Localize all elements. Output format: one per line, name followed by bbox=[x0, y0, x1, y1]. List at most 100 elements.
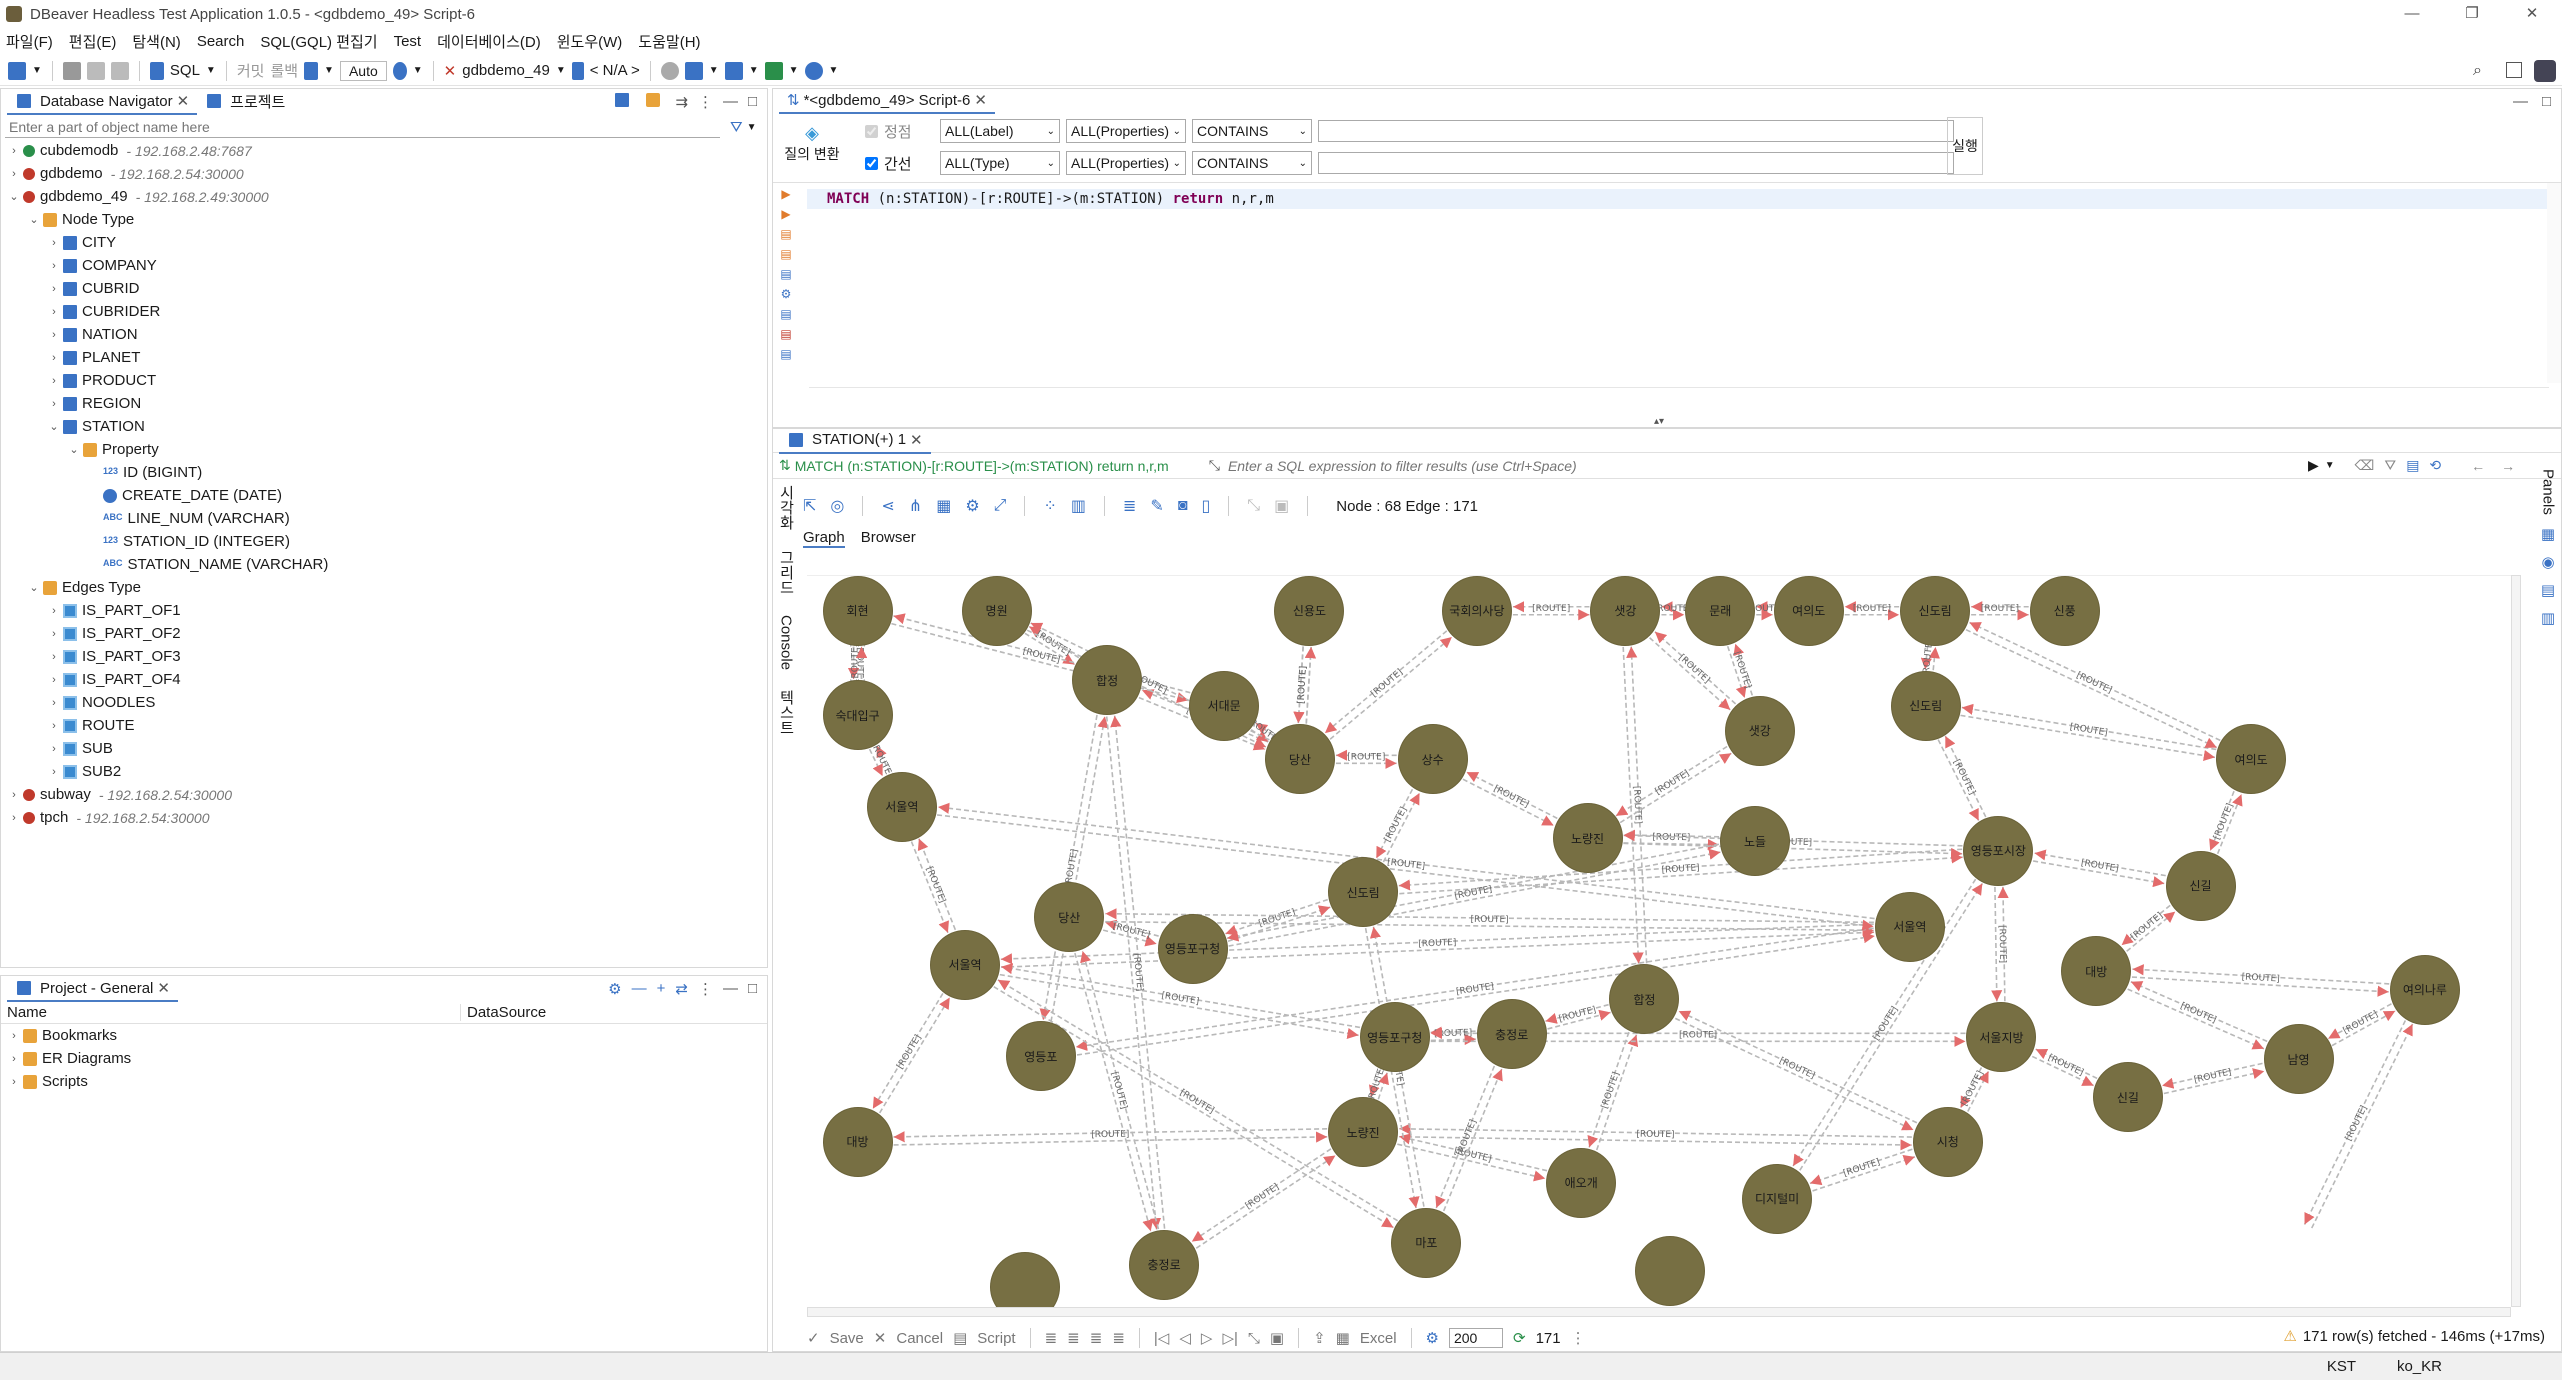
graph-node[interactable]: 신도림 bbox=[1891, 671, 1960, 740]
export-icon[interactable]: ▤ bbox=[780, 247, 791, 261]
menu-search[interactable]: Search bbox=[197, 33, 245, 50]
settings-icon[interactable]: ⚙ bbox=[781, 287, 792, 301]
close-icon[interactable]: ✕ bbox=[157, 979, 170, 997]
graph-node[interactable]: 디지털미 bbox=[1743, 1164, 1812, 1233]
clear-filter-icon[interactable]: ⛛ bbox=[2384, 457, 2396, 474]
graph-node[interactable]: 국회의사당 bbox=[1442, 576, 1511, 645]
expand-icon[interactable]: › bbox=[47, 375, 61, 387]
expand-filter-icon[interactable]: ⤡ bbox=[1209, 457, 1220, 474]
side-tab-console[interactable]: Console bbox=[778, 615, 795, 670]
panels-tab[interactable]: Panels bbox=[2540, 469, 2557, 515]
tree-property-item[interactable]: ABC STATION_NAME (VARCHAR) bbox=[7, 553, 767, 576]
expand-icon[interactable]: › bbox=[47, 628, 61, 640]
expand-icon[interactable]: › bbox=[7, 145, 21, 157]
tree-edge-type-item[interactable]: › IS_PART_OF4 bbox=[7, 668, 767, 691]
tab-graph[interactable]: Graph bbox=[803, 529, 845, 548]
tree-property[interactable]: ⌄ Property bbox=[7, 438, 767, 461]
horizontal-scrollbar[interactable] bbox=[809, 387, 2549, 397]
expand-icon[interactable]: › bbox=[47, 329, 61, 341]
tree-node-type-item[interactable]: › COMPANY bbox=[7, 254, 767, 277]
tree-property-item[interactable]: 123 ID (BIGINT) bbox=[7, 461, 767, 484]
graph-node[interactable]: 숙대입구 bbox=[823, 681, 892, 750]
delete-row-icon[interactable]: ≣ bbox=[1112, 1329, 1125, 1347]
tree-connection-gdbdemo[interactable]: › gdbdemo - 192.168.2.54:30000 bbox=[7, 162, 767, 185]
collapse-icon[interactable]: ⌄ bbox=[27, 581, 41, 594]
tree-node-type-item[interactable]: › CUBRIDER bbox=[7, 300, 767, 323]
code-area[interactable]: ▶ ▶ ▤ ▤ ▤ ⚙ ▤ ▤ ▤ MATCH (n:STATION)-[r:R… bbox=[773, 183, 2561, 403]
vertical-scrollbar[interactable] bbox=[2547, 183, 2561, 383]
vertex-value-input[interactable] bbox=[1318, 120, 1954, 142]
tree-node-type-item[interactable]: › CITY bbox=[7, 231, 767, 254]
last-page-icon[interactable]: ▷| bbox=[1222, 1329, 1237, 1347]
graph-node[interactable]: 신용도 bbox=[1275, 576, 1344, 645]
history-icon[interactable]: ⟲ bbox=[2429, 457, 2441, 474]
expand-icon[interactable]: › bbox=[47, 306, 61, 318]
close-icon[interactable]: ✕ bbox=[177, 92, 190, 110]
minimize-icon[interactable]: — bbox=[723, 980, 738, 998]
graph-node[interactable]: 신길 bbox=[2093, 1063, 2162, 1132]
expand-icon[interactable]: › bbox=[47, 674, 61, 686]
edge-operator-select[interactable]: CONTAINS ⌄ bbox=[1192, 151, 1312, 175]
minimize-icon[interactable]: — bbox=[2382, 0, 2442, 28]
tree-node-type-item[interactable]: › PRODUCT bbox=[7, 369, 767, 392]
tree-node-type[interactable]: ⌄ Node Type bbox=[7, 208, 767, 231]
tree-connection-subway[interactable]: › subway - 192.168.2.54:30000 bbox=[7, 783, 767, 806]
graph-node[interactable]: 신풍 bbox=[2030, 576, 2099, 645]
expand-icon[interactable]: › bbox=[7, 1076, 21, 1088]
load-script-icon[interactable]: ▤ bbox=[780, 307, 791, 321]
graph-node[interactable]: 여의도 bbox=[1774, 576, 1843, 645]
locale-indicator[interactable]: ko_KR bbox=[2397, 1358, 2442, 1375]
tree-node-type-item[interactable]: › NATION bbox=[7, 323, 767, 346]
graph-node[interactable]: 시청 bbox=[1913, 1107, 1982, 1176]
menu-file[interactable]: 파일(F) bbox=[6, 31, 53, 52]
graph-edge[interactable] bbox=[1960, 714, 2216, 762]
filter-icon[interactable]: ⛛ bbox=[730, 119, 743, 136]
expand-icon[interactable]: › bbox=[47, 697, 61, 709]
collapse-icon[interactable]: ⌄ bbox=[67, 443, 81, 456]
expand-icon[interactable]: › bbox=[47, 743, 61, 755]
history-icon[interactable] bbox=[392, 61, 407, 80]
graph-node[interactable]: 샛강 bbox=[1591, 576, 1660, 645]
tab-station-results[interactable]: STATION(+) 1 ✕ bbox=[779, 428, 931, 454]
menu-help[interactable]: 도움말(H) bbox=[638, 31, 700, 52]
vertex-operator-select[interactable]: CONTAINS ⌄ bbox=[1192, 119, 1312, 143]
graph-node[interactable]: 노량진 bbox=[1329, 1098, 1398, 1167]
graph-edge[interactable] bbox=[878, 997, 951, 1114]
tree-edge-type-item[interactable]: › ROUTE bbox=[7, 714, 767, 737]
graph-node[interactable]: 여의도 bbox=[2217, 725, 2286, 794]
tree-node-type-item[interactable]: › CUBRID bbox=[7, 277, 767, 300]
expand-icon[interactable]: › bbox=[47, 283, 61, 295]
panel-icon[interactable]: ▦ bbox=[2541, 525, 2555, 543]
expand-icon[interactable]: › bbox=[7, 789, 21, 801]
cancel-button[interactable]: Cancel bbox=[896, 1330, 943, 1347]
graph-node[interactable]: 충정로 bbox=[1477, 1000, 1546, 1069]
tree-edge-type-item[interactable]: › SUB bbox=[7, 737, 767, 760]
column-name[interactable]: Name bbox=[1, 1004, 461, 1021]
tree-layout-icon[interactable]: ⋔ bbox=[909, 496, 922, 516]
graph-node[interactable]: 신도림 bbox=[1329, 858, 1398, 926]
document-icon[interactable]: ▯ bbox=[1201, 496, 1210, 516]
maximize-icon[interactable]: □ bbox=[748, 980, 757, 998]
search-icon[interactable]: ⌕ bbox=[2473, 62, 2482, 80]
graph-edge[interactable] bbox=[2127, 988, 2265, 1050]
grid-layout-icon[interactable]: ▦ bbox=[936, 496, 951, 516]
graph-node[interactable]: 상수 bbox=[1398, 725, 1467, 794]
graph-node[interactable]: 회현 bbox=[823, 576, 892, 645]
collapse-all-icon[interactable]: ⇉ bbox=[675, 93, 688, 111]
graph-node[interactable]: 충정로 bbox=[1130, 1230, 1199, 1299]
graph-edge[interactable] bbox=[1074, 952, 1154, 1232]
perspective-icon[interactable] bbox=[2506, 62, 2522, 78]
chevron-down-icon[interactable]: ▼ bbox=[2325, 460, 2335, 471]
tree-node-type-item[interactable]: › REGION bbox=[7, 392, 767, 415]
excel-button[interactable]: Excel bbox=[1360, 1330, 1397, 1347]
close-icon[interactable]: ✕ bbox=[2502, 0, 2562, 28]
graph-node[interactable]: 서울역 bbox=[931, 930, 999, 999]
chart-icon[interactable]: ▥ bbox=[1071, 496, 1086, 516]
close-icon[interactable]: ✕ bbox=[974, 91, 987, 109]
expand-icon[interactable]: › bbox=[47, 605, 61, 617]
panel-icon[interactable]: ▤ bbox=[2541, 581, 2555, 599]
collapse-icon[interactable]: ⌄ bbox=[27, 213, 41, 226]
results-filter-input[interactable] bbox=[1223, 454, 2304, 477]
refresh-icon[interactable] bbox=[660, 61, 679, 80]
tree-property-item[interactable]: 123 STATION_ID (INTEGER) bbox=[7, 530, 767, 553]
